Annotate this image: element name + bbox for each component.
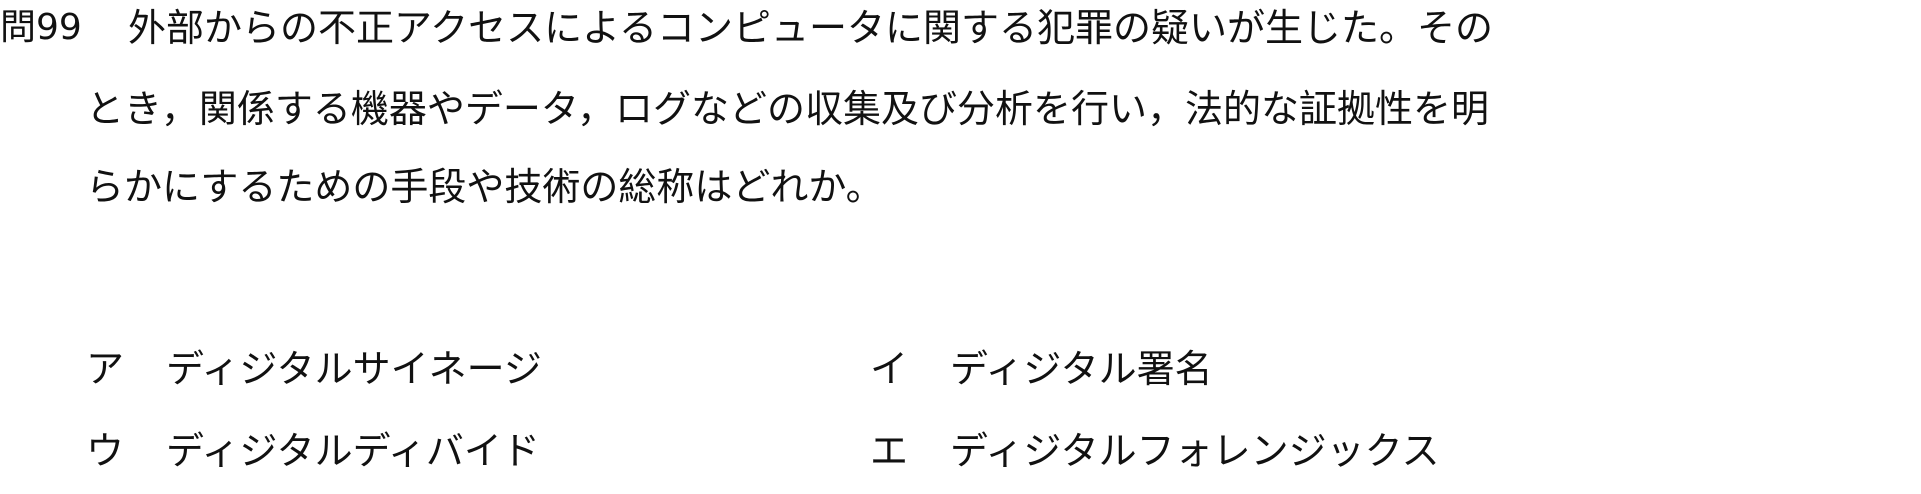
choice-u[interactable]: ウディジタルディバイド — [86, 425, 540, 477]
choice-u-label: ウ — [86, 429, 125, 473]
choice-i-text: ディジタル署名 — [950, 347, 1213, 391]
choice-e[interactable]: エディジタルフォレンジックス — [870, 425, 1439, 477]
question-number: 問99 — [0, 7, 82, 48]
choice-i-label: イ — [870, 347, 909, 391]
question-text-line-1: 外部からの不正アクセスによるコンピュータに関する犯罪の疑いが生じた。その — [128, 6, 1493, 50]
choice-e-text: ディジタルフォレンジックス — [950, 429, 1440, 473]
choice-e-label: エ — [870, 429, 909, 473]
choice-a-text: ディジタルサイネージ — [166, 347, 542, 391]
choice-i[interactable]: イディジタル署名 — [870, 343, 1213, 395]
choice-u-text: ディジタルディバイド — [166, 429, 540, 473]
question-text-line-2: とき，関係する機器やデータ，ログなどの収集及び分析を行い，法的な証拠性を明 — [86, 87, 1489, 131]
question-text-line-3: らかにするための手段や技術の総称はどれか。 — [86, 165, 884, 209]
choice-a[interactable]: アディジタルサイネージ — [86, 343, 542, 395]
choice-a-label: ア — [86, 347, 125, 391]
